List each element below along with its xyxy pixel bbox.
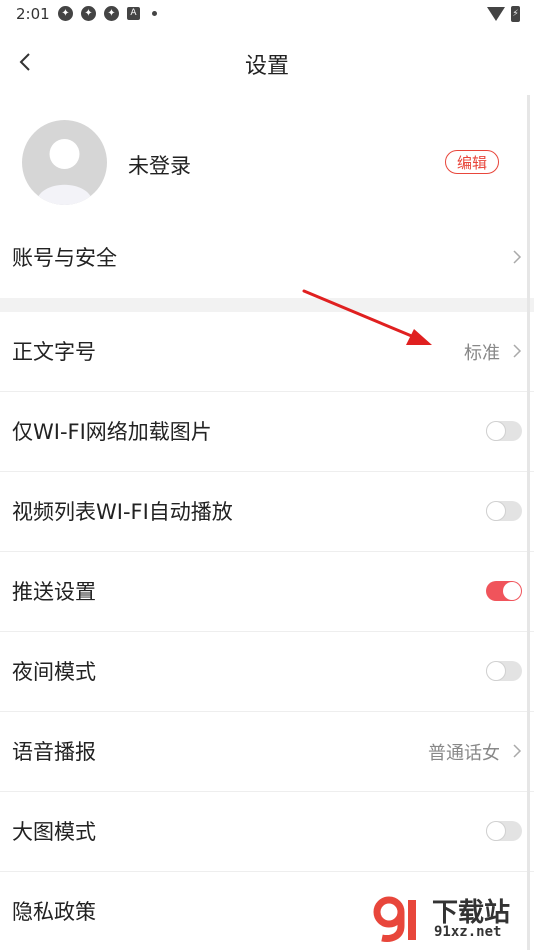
app-notification-icon: ✦ [58, 6, 73, 21]
avatar[interactable] [22, 120, 107, 205]
watermark-logo-icon [373, 896, 416, 942]
row-label: 隐私政策 [12, 900, 96, 924]
row-label: 语音播报 [12, 740, 96, 764]
page-title: 设置 [244, 54, 289, 79]
row-label: 视频列表WI-FI自动播放 [12, 500, 233, 524]
row-label: 夜间模式 [12, 660, 96, 684]
more-notifications-dot-icon [152, 11, 157, 16]
row-large-image-mode[interactable]: 大图模式 [0, 792, 534, 872]
watermark: 下载站 91xz.net [372, 888, 532, 948]
chevron-right-icon [513, 744, 522, 758]
row-label: 仅WI-FI网络加载图片 [12, 420, 212, 444]
wifi-images-toggle[interactable] [486, 421, 522, 441]
row-voice-broadcast[interactable]: 语音播报 普通话女 [0, 712, 534, 792]
scrollbar[interactable] [527, 95, 530, 950]
section-divider [0, 298, 534, 312]
large-image-toggle[interactable] [486, 821, 522, 841]
toggle-knob [487, 662, 505, 680]
row-label: 账号与安全 [12, 246, 117, 270]
wifi-icon [487, 7, 505, 21]
toggle-knob [487, 422, 505, 440]
toggle-knob [487, 502, 505, 520]
app-notification-icon: ✦ [81, 6, 96, 21]
edit-button[interactable]: 编辑 [445, 150, 499, 174]
chevron-right-icon [513, 250, 522, 264]
video-autoplay-toggle[interactable] [486, 501, 522, 521]
row-label: 正文字号 [12, 340, 96, 364]
a-notification-icon: A [127, 7, 140, 20]
row-label: 大图模式 [12, 820, 96, 844]
app-notification-icon: ✦ [104, 6, 119, 21]
status-bar: 2:01 ✦ ✦ ✦ A ⚡ [0, 0, 534, 28]
login-status[interactable]: 未登录 [128, 150, 191, 180]
default-user-icon [36, 139, 93, 205]
row-push-settings[interactable]: 推送设置 [0, 552, 534, 632]
watermark-url: 91xz.net [434, 924, 502, 940]
notification-icons: ✦ ✦ ✦ A [58, 6, 157, 21]
status-time: 2:01 [16, 5, 50, 23]
profile-section[interactable]: 未登录 编辑 [0, 110, 534, 220]
toggle-knob [503, 582, 521, 600]
row-wifi-images[interactable]: 仅WI-FI网络加载图片 [0, 392, 534, 472]
row-value: 普通话女 [428, 743, 500, 764]
chevron-right-icon [513, 344, 522, 358]
battery-icon: ⚡ [511, 6, 520, 22]
nav-bar: 设置 [0, 38, 534, 88]
row-account-security[interactable]: 账号与安全 [0, 218, 534, 298]
row-label: 推送设置 [12, 580, 96, 604]
toggle-knob [487, 822, 505, 840]
row-value: 标准 [464, 343, 500, 364]
row-font-size[interactable]: 正文字号 标准 [0, 312, 534, 392]
push-settings-toggle[interactable] [486, 581, 522, 601]
row-video-autoplay[interactable]: 视频列表WI-FI自动播放 [0, 472, 534, 552]
night-mode-toggle[interactable] [486, 661, 522, 681]
row-night-mode[interactable]: 夜间模式 [0, 632, 534, 712]
